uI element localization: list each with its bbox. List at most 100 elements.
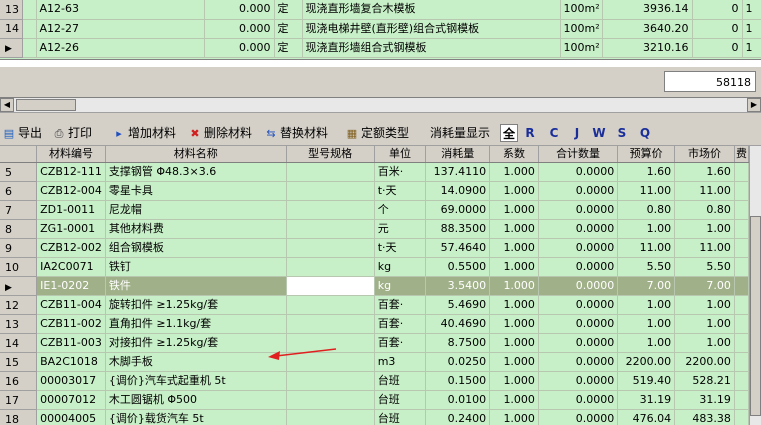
material-budget-price[interactable]: 11.00 [617,181,676,201]
material-budget-price[interactable]: 1.00 [617,295,676,315]
material-consumption[interactable]: 3.5400 [425,276,491,296]
material-name[interactable]: 其他材料费 [105,219,287,239]
material-total-quantity[interactable]: 0.0000 [538,219,619,239]
add-material-button[interactable]: ▸ 增加材料 [112,124,176,142]
material-row[interactable]: 10 IA2C0071 铁钉 kg 0.5500 1.000 0.0000 5.50 5.50 [0,257,749,277]
material-total-quantity[interactable]: 0.0000 [538,162,619,182]
material-coefficient[interactable]: 1.000 [489,314,539,334]
material-row[interactable]: ▶ IE1-0202 铁件 kg 3.5400 1.000 0.0000 7.00 7.00 [0,276,749,296]
material-total-quantity[interactable]: 0.0000 [538,276,619,296]
scroll-right-icon[interactable]: ▶ [747,98,761,112]
material-budget-price[interactable]: 476.04 [617,409,676,425]
material-consumption[interactable]: 0.0250 [425,352,491,372]
material-name[interactable]: {调价}汽车式起重机 5t [105,371,287,391]
material-budget-price[interactable]: 1.00 [617,219,676,239]
filter-q-button[interactable]: Q [636,124,654,142]
material-consumption[interactable]: 137.4110 [425,162,491,182]
material-budget-price[interactable]: 7.00 [617,276,676,296]
material-name[interactable]: 零星卡具 [105,181,287,201]
material-unit[interactable]: 元 [374,219,427,239]
material-row[interactable]: 16 00003017 {调价}汽车式起重机 5t 台班 0.1500 1.000 0.00… [0,371,749,391]
material-unit[interactable]: kg [374,257,427,277]
material-total-quantity[interactable]: 0.0000 [538,238,619,258]
replace-material-button[interactable]: ⇆ 替换材料 [264,124,328,142]
material-total-quantity[interactable]: 0.0000 [538,295,619,315]
material-market-price[interactable]: 1.00 [674,295,735,315]
material-spec[interactable] [286,162,375,182]
material-coefficient[interactable]: 1.000 [489,181,539,201]
material-row[interactable]: 12 CZB11-004 旋转扣件 ≥1.25kg/套 百套· 5.4690 1.000 0… [0,295,749,315]
material-consumption[interactable]: 14.0900 [425,181,491,201]
material-market-price[interactable]: 31.19 [674,390,735,410]
material-row[interactable]: 15 BA2C1018 木脚手板 m3 0.0250 1.000 0.0000 2200.00… [0,352,749,372]
material-coefficient[interactable]: 1.000 [489,238,539,258]
material-total-quantity[interactable]: 0.0000 [538,257,619,277]
material-consumption[interactable]: 0.0100 [425,390,491,410]
material-name[interactable]: {调价}载货汽车 5t [105,409,287,425]
material-code[interactable]: CZB12-004 [36,181,106,201]
material-total-quantity[interactable]: 0.0000 [538,333,619,353]
material-row[interactable]: 18 00004005 {调价}载货汽车 5t 台班 0.2400 1.000 0.0000… [0,409,749,425]
material-name[interactable]: 木工圆锯机 Φ500 [105,390,287,410]
material-unit[interactable]: 台班 [374,390,427,410]
material-row[interactable]: 8 ZG1-0001 其他材料费元 88.3500 1.000 0.0000 1.00 1.0… [0,219,749,239]
material-total-quantity[interactable]: 0.0000 [538,181,619,201]
material-market-price[interactable]: 1.00 [674,333,735,353]
material-market-price[interactable]: 1.00 [674,314,735,334]
header-unit[interactable]: 单位 [374,146,427,163]
quota-row[interactable]: 13 A12-63 0.000 定现浇直形墙复合木模板 100m² 3936.14 0 1 [0,0,761,20]
material-total-quantity[interactable]: 0.0000 [538,200,619,220]
material-coefficient[interactable]: 1.000 [489,219,539,239]
material-total-quantity[interactable]: 0.0000 [538,371,619,391]
filter-c-button[interactable]: C [545,124,563,142]
delete-material-button[interactable]: ✖ 删除材料 [188,124,252,142]
material-spec[interactable] [286,295,375,315]
material-budget-price[interactable]: 11.00 [617,238,676,258]
material-spec[interactable] [286,200,375,220]
material-name[interactable]: 木脚手板 [105,352,287,372]
material-row[interactable]: 5 CZB12-111 支撑钢管 Φ48.3×3.6 百米· 137.4110 1.000… [0,162,749,182]
material-coefficient[interactable]: 1.000 [489,257,539,277]
material-budget-price[interactable]: 519.40 [617,371,676,391]
material-unit[interactable]: t·天 [374,181,427,201]
material-market-price[interactable]: 7.00 [674,276,735,296]
material-market-price[interactable]: 0.80 [674,200,735,220]
material-budget-price[interactable]: 5.50 [617,257,676,277]
quota-type-button[interactable]: ▦ 定额类型 [345,124,409,142]
quota-row[interactable]: ▶ A12-26 0.000 定现浇直形墙组合式钢模板 100m² 3210.16 0 1 [0,38,761,58]
material-code[interactable]: CZB11-002 [36,314,106,334]
material-code[interactable]: 00007012 [36,390,106,410]
material-consumption[interactable]: 0.2400 [425,409,491,425]
material-budget-price[interactable]: 31.19 [617,390,676,410]
material-coefficient[interactable]: 1.000 [489,295,539,315]
material-row[interactable]: 7 ZD1-0011 尼龙帽个 69.0000 1.000 0.0000 0.80 0.80 [0,200,749,220]
material-unit[interactable]: 百套· [374,295,427,315]
material-name[interactable]: 组合钢模板 [105,238,287,258]
material-code[interactable]: BA2C1018 [36,352,106,372]
filter-w-button[interactable]: W [590,124,608,142]
material-unit[interactable]: 台班 [374,371,427,391]
material-budget-price[interactable]: 1.60 [617,162,676,182]
material-coefficient[interactable]: 1.000 [489,200,539,220]
material-code[interactable]: IE1-0202 [36,276,106,296]
material-unit[interactable]: 个 [374,200,427,220]
material-market-price[interactable]: 5.50 [674,257,735,277]
material-name[interactable]: 铁钉 [105,257,287,277]
material-unit[interactable]: t·天 [374,238,427,258]
material-row[interactable]: 9 CZB12-002 组合钢模板 t·天 57.4640 1.000 0.0000 11.0… [0,238,749,258]
material-name[interactable]: 支撑钢管 Φ48.3×3.6 [105,162,287,182]
material-code[interactable]: 00003017 [36,371,106,391]
material-code[interactable]: CZB11-004 [36,295,106,315]
filter-j-button[interactable]: J [568,124,586,142]
scrollbar-thumb[interactable] [750,216,761,416]
material-market-price[interactable]: 11.00 [674,181,735,201]
scroll-left-icon[interactable]: ◀ [0,98,14,112]
material-market-price[interactable]: 483.38 [674,409,735,425]
material-spec[interactable] [286,181,375,201]
material-code[interactable]: CZB11-003 [36,333,106,353]
header-budget-price[interactable]: 预算价 [617,146,676,163]
material-consumption[interactable]: 0.5500 [425,257,491,277]
material-unit[interactable]: 台班 [374,409,427,425]
filter-r-button[interactable]: R [521,124,539,142]
material-row[interactable]: 6 CZB12-004 零星卡具 t·天 14.0900 1.000 0.0000 11.00… [0,181,749,201]
